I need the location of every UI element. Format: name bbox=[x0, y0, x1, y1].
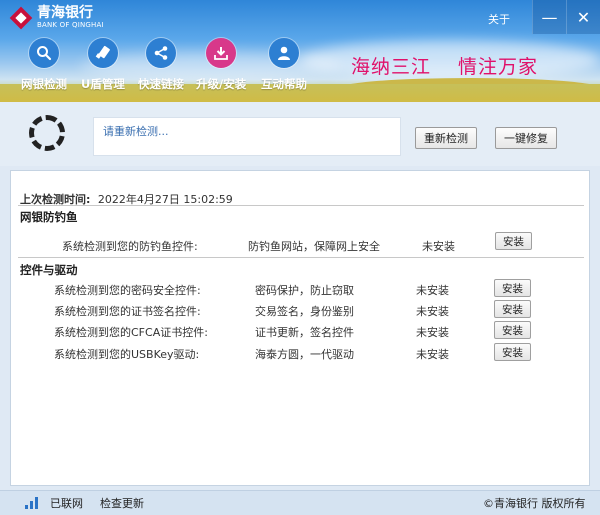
bank-logo: 青海银行 BANK OF QINGHAI bbox=[9, 5, 104, 29]
copyright-text: ©青海银行 版权所有 bbox=[483, 497, 586, 510]
recheck-button[interactable]: 重新检测 bbox=[415, 127, 477, 149]
nav-item-check[interactable]: 网银检测 bbox=[21, 38, 67, 92]
check-update-link[interactable]: 检查更新 bbox=[100, 495, 144, 511]
search-icon bbox=[29, 38, 59, 68]
install-button[interactable]: 安装 bbox=[494, 279, 531, 297]
close-icon: ✕ bbox=[576, 7, 591, 27]
row-status: 未安装 bbox=[416, 305, 449, 318]
row-status: 未安装 bbox=[416, 348, 449, 361]
section-title-anti-phishing: 网银防钓鱼 bbox=[20, 210, 78, 224]
status-message: 请重新检测... bbox=[103, 125, 169, 138]
user-icon bbox=[269, 38, 299, 68]
row-desc: 系统检测到您的USBKey驱动: bbox=[54, 348, 200, 361]
row-desc: 系统检测到您的证书签名控件: bbox=[54, 305, 201, 318]
loading-spinner-icon bbox=[29, 115, 65, 151]
nav-item-label: U盾管理 bbox=[81, 77, 125, 91]
nav-item-links[interactable]: 快速链接 bbox=[138, 38, 184, 92]
bank-logo-icon bbox=[9, 6, 33, 29]
install-button[interactable]: 安装 bbox=[494, 321, 531, 339]
logo-name-en: BANK OF QINGHAI bbox=[37, 21, 104, 29]
row-feature: 防钓鱼网站，保障网上安全 bbox=[248, 240, 380, 253]
row-feature: 证书更新，签名控件 bbox=[255, 326, 354, 339]
network-signal-icon bbox=[25, 497, 41, 509]
row-desc: 系统检测到您的密码安全控件: bbox=[54, 284, 201, 297]
nav-item-label: 快速链接 bbox=[138, 77, 184, 91]
nav-item-help[interactable]: 互动帮助 bbox=[261, 38, 307, 92]
one-click-repair-button[interactable]: 一键修复 bbox=[495, 127, 557, 149]
minimize-button[interactable]: — bbox=[532, 0, 566, 34]
row-status: 未安装 bbox=[422, 240, 455, 253]
nav-item-label: 网银检测 bbox=[21, 77, 67, 91]
usb-key-icon bbox=[87, 38, 118, 68]
about-link[interactable]: 关于 bbox=[488, 11, 510, 27]
nav-item-upgrade[interactable]: 升级/安装 bbox=[196, 38, 246, 92]
nav-item-label: 互动帮助 bbox=[261, 77, 307, 91]
row-feature: 海泰方圆，一代驱动 bbox=[255, 348, 354, 361]
close-button[interactable]: ✕ bbox=[566, 0, 600, 34]
row-feature: 交易签名，身份鉴别 bbox=[255, 305, 354, 318]
network-status: 已联网 bbox=[50, 497, 83, 510]
row-desc: 系统检测到您的防钓鱼控件: bbox=[62, 240, 198, 253]
nav-item-ukey[interactable]: U盾管理 bbox=[81, 38, 125, 92]
row-status: 未安装 bbox=[416, 326, 449, 339]
divider bbox=[18, 257, 584, 258]
detection-panel: 上次检测时间: 2022年4月27日 15:02:59 网银防钓鱼 系统检测到您… bbox=[10, 170, 590, 486]
status-message-box: 请重新检测... bbox=[93, 117, 401, 156]
slogan-left: 海纳三江 bbox=[351, 56, 432, 78]
minimize-icon: — bbox=[541, 7, 558, 27]
share-icon bbox=[146, 38, 176, 68]
install-button[interactable]: 安装 bbox=[494, 300, 531, 318]
section-title-controls: 控件与驱动 bbox=[20, 263, 78, 277]
row-desc: 系统检测到您的CFCA证书控件: bbox=[54, 326, 208, 339]
banner-cloud bbox=[300, 40, 600, 80]
nav-item-label: 升级/安装 bbox=[196, 77, 247, 91]
logo-name-cn: 青海银行 bbox=[37, 5, 93, 21]
row-status: 未安装 bbox=[416, 284, 449, 297]
install-button[interactable]: 安装 bbox=[495, 232, 532, 250]
slogan-right: 情注万家 bbox=[458, 56, 539, 78]
install-button[interactable]: 安装 bbox=[494, 343, 531, 361]
row-feature: 密码保护，防止窃取 bbox=[255, 284, 354, 297]
download-icon bbox=[206, 38, 237, 68]
divider bbox=[18, 205, 584, 206]
